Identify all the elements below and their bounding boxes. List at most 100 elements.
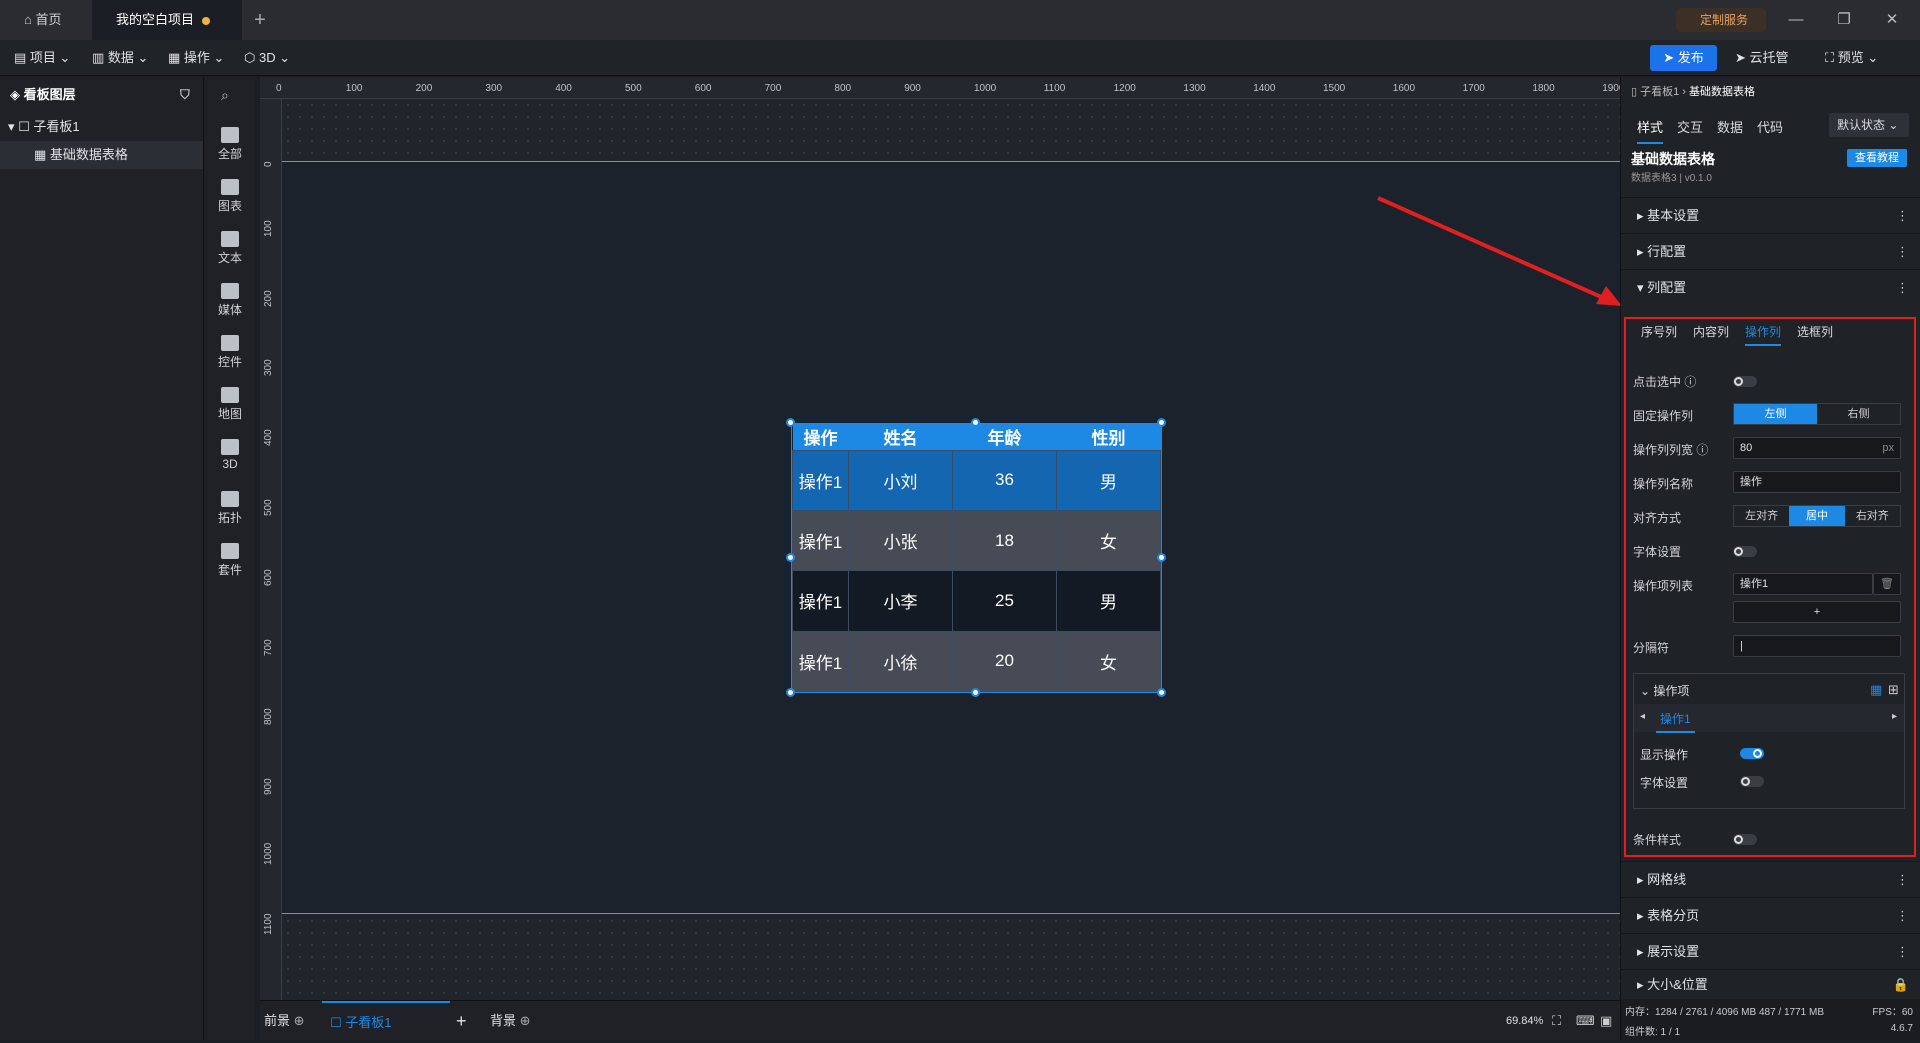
add-tab-button[interactable]: + [246, 0, 274, 40]
foreground-tab[interactable]: 前景 ⊕ [264, 1001, 305, 1041]
tab-style[interactable]: 样式 [1637, 117, 1664, 144]
comp-3d[interactable]: 3D [205, 439, 255, 471]
more-icon[interactable]: ⋮ [1896, 198, 1909, 234]
publish-button[interactable]: ➤ 发布 [1650, 45, 1717, 71]
more-icon[interactable]: ⋮ [1896, 862, 1909, 898]
tab-project-label: 我的空白项目 [116, 12, 195, 27]
ruler-tick-label: 600 [263, 569, 274, 586]
comp-chart[interactable]: 图表 [205, 179, 255, 214]
more-icon[interactable]: ⋮ [1896, 270, 1909, 306]
table-cell-action[interactable]: 操作1 [792, 509, 849, 572]
unsaved-dot [202, 16, 211, 25]
cloud-hosting-button[interactable]: ➤ 云托管 [1735, 45, 1805, 71]
ruler-tick-label: 700 [764, 83, 782, 94]
ruler-tick-label: 1100 [1043, 83, 1066, 94]
table-cell-action[interactable]: 操作1 [792, 449, 849, 511]
resize-handle[interactable] [1157, 553, 1166, 562]
resize-handle[interactable] [786, 553, 795, 562]
restore-icon[interactable]: ❐ [1820, 0, 1868, 40]
data-table-component[interactable]: 操作 姓名 年龄 性别 操作1 小刘 36 男 操作1 小张 18 女 操作1 小李 25 男 操… [791, 423, 1162, 693]
title-bar: ⌂ 首页 我的空白项目 + 定制服务 — ❐ ✕ [0, 0, 1920, 40]
add-icon[interactable]: ⊕ [294, 1013, 305, 1028]
more-icon[interactable]: ⋮ [1896, 934, 1909, 970]
table-row[interactable]: 操作1 小刘 36 男 [792, 449, 1161, 511]
filter-icon[interactable]: ⛉ [180, 77, 190, 113]
add-board-button[interactable]: + [456, 1001, 467, 1041]
comp-topology[interactable]: 拓扑 [205, 491, 255, 526]
table-cell-action[interactable]: 操作1 [792, 570, 849, 632]
search-icon[interactable]: ⌕ [221, 87, 229, 104]
comp-all[interactable]: 全部 [205, 127, 255, 162]
section-gridlines[interactable]: ▸ 网格线 ⋮ [1621, 861, 1920, 897]
tab-interaction[interactable]: 交互 [1677, 117, 1703, 136]
lock-icon[interactable]: 🔒 [1893, 970, 1909, 1000]
table-row[interactable]: 操作1 小李 25 男 [792, 570, 1161, 632]
comp-map[interactable]: 地图 [205, 387, 255, 422]
comp-media[interactable]: 媒体 [205, 283, 255, 318]
table-cell: 18 [952, 509, 1057, 572]
keyboard-icon[interactable]: ⌨ [1576, 1001, 1595, 1041]
add-icon[interactable]: ⊕ [520, 1013, 531, 1028]
resize-handle[interactable] [786, 688, 795, 697]
layer-item-table[interactable]: ▦ 基础数据表格 [0, 141, 203, 169]
menu-operate[interactable]: ▦ 操作 ⌄ [168, 40, 224, 76]
comp-text[interactable]: 文本 [205, 231, 255, 266]
table-header-cell[interactable]: 姓名 [848, 424, 953, 450]
table-cell: 25 [952, 570, 1057, 632]
custom-service-button[interactable]: 定制服务 [1676, 8, 1766, 32]
resize-handle[interactable] [971, 688, 980, 697]
table-cell: 小张 [848, 509, 953, 572]
comp-media-label: 媒体 [217, 303, 242, 317]
highlight-box [1624, 317, 1916, 857]
resize-handle[interactable] [786, 418, 795, 427]
media-icon [221, 283, 239, 299]
layer-item-board[interactable]: ▾ ☐ 子看板1 [0, 113, 203, 141]
minimize-icon[interactable]: — [1772, 0, 1820, 40]
breadcrumb-parent[interactable]: 子看板1 [1640, 86, 1679, 98]
table-cell-action[interactable]: 操作1 [792, 630, 849, 693]
section-column-config[interactable]: ▾ 列配置 ⋮ [1621, 269, 1920, 305]
menu-project[interactable]: ▤ 项目 ⌄ [14, 40, 70, 76]
section-row-config[interactable]: ▸ 行配置 ⋮ [1621, 233, 1920, 269]
table-header-cell[interactable]: 操作 [792, 424, 849, 450]
section-display[interactable]: ▸ 展示设置 ⋮ [1621, 933, 1920, 969]
table-header-cell[interactable]: 年龄 [952, 424, 1057, 450]
resize-handle[interactable] [971, 418, 980, 427]
publish-label: 发布 [1677, 50, 1704, 65]
comp-map-label: 地图 [217, 407, 242, 421]
layers-panel: ◈ 看板图层 ⛉ ▾ ☐ 子看板1 ▦ 基础数据表格 [0, 77, 204, 1040]
ruler-tick-label: 1800 [1532, 83, 1555, 94]
tab-home[interactable]: ⌂ 首页 [0, 0, 92, 40]
background-tab[interactable]: 背景 ⊕ [490, 1001, 531, 1041]
fit-screen-icon[interactable]: ⛶ [1552, 1001, 1561, 1041]
foreground-label: 前景 [264, 1013, 291, 1028]
state-select[interactable]: 默认状态 ⌄ [1829, 113, 1909, 137]
table-cell: 小徐 [848, 630, 953, 693]
tab-project[interactable]: 我的空白项目 [92, 0, 242, 40]
section-basic[interactable]: ▸ 基本设置 ⋮ [1621, 197, 1920, 233]
tab-data[interactable]: 数据 [1717, 117, 1743, 136]
tutorial-button[interactable]: 查看教程 [1847, 149, 1907, 167]
more-icon[interactable]: ⋮ [1896, 898, 1909, 934]
table-row[interactable]: 操作1 小徐 20 女 [792, 630, 1161, 693]
comp-control[interactable]: 控件 [205, 335, 255, 370]
tab-code[interactable]: 代码 [1757, 117, 1783, 136]
table-row[interactable]: 操作1 小张 18 女 [792, 509, 1161, 572]
section-display-label: 展示设置 [1647, 944, 1700, 959]
grid-icon [221, 127, 239, 143]
table-header-cell[interactable]: 性别 [1056, 424, 1161, 450]
menu-data[interactable]: ▥ 数据 ⌄ [92, 40, 148, 76]
preview-button[interactable]: ⛶ 预览 ⌄ [1825, 45, 1905, 71]
resize-handle[interactable] [1157, 418, 1166, 427]
more-icon[interactable]: ⋮ [1896, 234, 1909, 270]
comp-kit[interactable]: 套件 [205, 543, 255, 578]
section-size-position[interactable]: ▸ 大小&位置 🔒 [1621, 969, 1920, 999]
terminal-icon[interactable]: ▣ [1600, 1001, 1612, 1041]
board-tab[interactable]: ☐ 子看板1 [322, 1001, 450, 1041]
menu-3d[interactable]: ⬡ 3D ⌄ [244, 40, 290, 76]
preview-label: 预览 [1837, 50, 1864, 65]
close-icon[interactable]: ✕ [1868, 0, 1916, 40]
resize-handle[interactable] [1157, 688, 1166, 697]
section-pagination[interactable]: ▸ 表格分页 ⋮ [1621, 897, 1920, 933]
zoom-level[interactable]: 69.84% [1506, 1001, 1543, 1041]
